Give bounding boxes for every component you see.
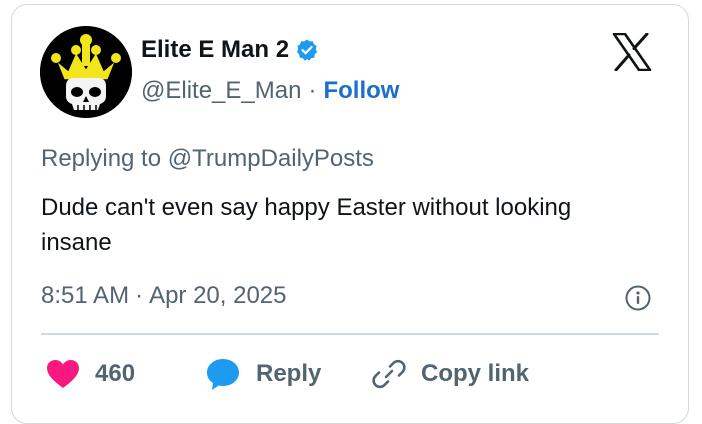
copy-link-label: Copy link (421, 360, 530, 387)
timestamp-separator: · (135, 282, 144, 309)
like-count: 460 (95, 360, 136, 387)
like-button[interactable]: 460 (45, 354, 135, 394)
handle-separator: · (308, 77, 317, 104)
actions-divider (41, 333, 659, 335)
verified-badge-icon (297, 39, 318, 61)
reply-label: Reply (256, 360, 322, 387)
avatar[interactable] (40, 26, 132, 118)
author-display-name[interactable]: Elite E Man 2 (141, 36, 289, 64)
reply-context-mention[interactable]: @TrumpDailyPosts (168, 145, 374, 172)
x-logo-icon[interactable] (612, 33, 652, 71)
author-handle[interactable]: @Elite_E_Man (141, 77, 301, 105)
tweet-timestamp[interactable]: 8:51 AM · Apr 20, 2025 (41, 282, 287, 310)
tweet-time: 8:51 AM (41, 282, 130, 309)
link-icon (372, 359, 406, 389)
tweet-text: Dude can't even say happy Easter without… (41, 194, 572, 256)
reply-context: Replying to @TrumpDailyPosts (41, 145, 374, 173)
heart-icon (47, 360, 79, 388)
speech-bubble-icon (207, 359, 239, 390)
author-handle-row: @Elite_E_Man · Follow (141, 77, 399, 105)
info-icon[interactable] (624, 284, 652, 312)
follow-button[interactable]: Follow (323, 77, 399, 105)
reply-context-prefix: Replying to (41, 145, 162, 172)
copy-link-button[interactable]: Copy link (371, 354, 529, 394)
crowned-skull-icon (40, 26, 132, 118)
tweet-date: Apr 20, 2025 (149, 282, 287, 309)
author-name-row: Elite E Man 2 (141, 36, 319, 64)
reply-button[interactable]: Reply (204, 354, 321, 394)
